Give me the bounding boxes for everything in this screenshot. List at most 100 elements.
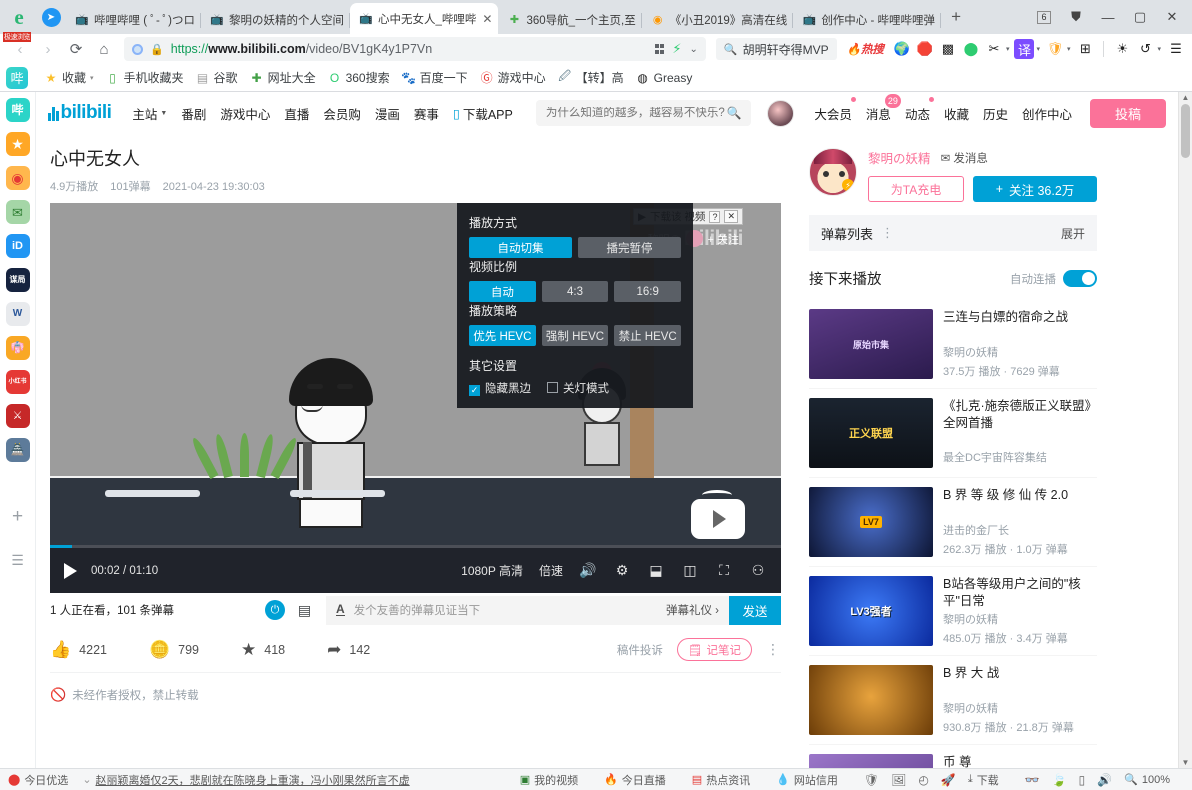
expand-button[interactable]: 展开 (1061, 225, 1085, 242)
nav-link-vipshop[interactable]: 会员购 (316, 104, 368, 123)
favorite-button[interactable]: ★ 418 (241, 640, 285, 660)
report-link[interactable]: 稿件投诉 (617, 642, 663, 658)
apps-grid-icon[interactable]: ⊞ (1075, 39, 1095, 59)
bookmark-zhuan[interactable]: 🖉 【转】高 (552, 67, 630, 89)
nav-dynamic[interactable]: 动态 (899, 96, 936, 123)
help-icon[interactable]: ? (709, 210, 721, 223)
book-icon[interactable]: ▯ (1079, 773, 1086, 787)
bookmark-favorites[interactable]: ★ 收藏 ▾ (38, 67, 100, 89)
status-site-credit[interactable]: 💧 网站信用 (776, 772, 838, 788)
rocket-icon[interactable]: 🚀 (941, 773, 956, 787)
gear-icon[interactable]: ⚙ (613, 562, 631, 580)
speed-icon[interactable]: ◴ (918, 773, 928, 787)
browser-tab-2[interactable]: 📺 黎明の妖精的个人空间 (201, 5, 350, 34)
status-today-picks[interactable]: ⬤ 今日优选 (8, 772, 68, 788)
sidebar-item-anime[interactable]: 👘 (5, 336, 30, 360)
sidebar-item-word-doc[interactable]: W (5, 302, 30, 326)
related-video-item[interactable]: 正义联盟 《扎克·施奈德版正义联盟》全网首播 最全DC宇宙阵容集结 (809, 389, 1097, 478)
volume-icon[interactable]: 🔊 (579, 562, 597, 580)
status-today-live[interactable]: 🔥 今日直播 (604, 772, 666, 788)
add-sidebar-item-button[interactable]: + (12, 506, 23, 528)
sidebar-item-bilibili[interactable]: 哔 (5, 98, 30, 122)
picture-in-picture-icon[interactable]: ⬓ (647, 562, 665, 580)
sidebar-menu-button[interactable]: ☰ (11, 552, 24, 569)
option-force-hevc[interactable]: 强制 HEVC (541, 325, 609, 347)
shield-extension-icon[interactable]: 🛡 (1045, 39, 1065, 59)
status-hot-news[interactable]: ▤ 热点资讯 (692, 772, 750, 788)
url-bar[interactable]: 🔒 https://www.bilibili.com/video/BV1gK4y… (124, 37, 706, 61)
bookmark-greasy[interactable]: ◍ Greasy (630, 67, 699, 89)
nav-messages[interactable]: 消息 29 (860, 93, 901, 123)
sidebar-item-game[interactable]: 谋局 (5, 268, 30, 292)
scroll-up-arrow[interactable]: ▲ (1179, 93, 1192, 102)
danmaku-toggle-icon[interactable]: ⏻ (265, 600, 285, 621)
maximize-button[interactable]: ▢ (1124, 0, 1156, 34)
nav-link-home[interactable]: 主站 ▼ (125, 104, 174, 123)
sidebar-item-game3[interactable]: 🏯 (5, 438, 30, 462)
status-zoom-level[interactable]: 🔍 100% (1124, 773, 1170, 787)
bookmark-hao[interactable]: ✚ 网址大全 (244, 67, 322, 89)
browser-tab-4[interactable]: ✚ 360导航_一个主页,至 (498, 5, 642, 34)
related-video-item[interactable]: LV3强者 B站各等级用户之间的"核平"日常 黎明の妖精 485.0万 播放 ·… (809, 567, 1097, 656)
option-aspect-16-9[interactable]: 16:9 (614, 281, 682, 303)
browser-tab-3-active[interactable]: 📺 心中无女人_哔哩哔 ✕ (349, 3, 499, 34)
widescreen-icon[interactable]: ◫ (681, 562, 699, 580)
search-icon[interactable]: 🔍 (726, 106, 741, 120)
follow-button[interactable]: + 关注 36.2万 (973, 176, 1097, 202)
nav-favorites[interactable]: 收藏 (938, 104, 975, 123)
danmaku-input[interactable]: A 发个友善的弹幕见证当下 弹幕礼仪 › (326, 595, 729, 625)
player-follow-button[interactable]: + 关注 (708, 231, 739, 247)
leaf-icon[interactable]: 🍃 (1052, 773, 1067, 787)
status-download[interactable]: ⤓ 下载 (968, 772, 999, 788)
translate-icon[interactable]: 译 (1014, 39, 1035, 59)
home-button[interactable]: ⌂ (90, 36, 118, 62)
bilibili-search-box[interactable]: 🔍 (535, 100, 752, 126)
nav-vip[interactable]: 大会员 (808, 96, 858, 123)
chevron-down-icon[interactable]: ⌄ (690, 44, 698, 55)
scroll-down-arrow[interactable]: ▼ (1179, 758, 1192, 767)
related-video-item[interactable]: LV7 B 界 等 级 修 仙 传 2.0 进击的金厂长 262.3万 播放 ·… (809, 478, 1097, 567)
qr-code-icon[interactable] (654, 44, 665, 54)
page-scrollbar[interactable]: ▲ ▼ (1178, 92, 1192, 768)
bookmark-mobile[interactable]: ▯ 手机收藏夹 (100, 67, 190, 89)
reader-extension-icon[interactable]: ▩ (938, 39, 958, 59)
send-message-link[interactable]: ✉ 发消息 (941, 150, 988, 166)
image-icon[interactable]: 🖼 (891, 773, 906, 787)
more-options-icon[interactable]: ⋮ (881, 225, 895, 241)
take-note-button[interactable]: 🗒 记笔记 (676, 638, 752, 662)
nav-link-esports[interactable]: 赛事 (407, 104, 446, 123)
history-back-icon[interactable]: ↺ (1135, 39, 1155, 59)
bookmark-gamecenter[interactable]: Ⓖ 游戏中心 (474, 67, 552, 89)
option-prefer-hevc[interactable]: 优先 HEVC (469, 325, 536, 347)
nav-link-manga[interactable]: 漫画 (368, 104, 407, 123)
bilibili-logo[interactable]: bilibili (48, 102, 112, 124)
quality-selector[interactable]: 1080P 高清 (461, 562, 523, 579)
option-aspect-auto[interactable]: 自动 (469, 281, 536, 303)
checkbox-hide-black-bars[interactable]: ✓ 隐藏黑边 (469, 380, 531, 397)
hot-search-badge[interactable]: 🔥热搜 (847, 41, 884, 57)
like-button[interactable]: 👍 4221 (50, 640, 107, 660)
reload-button[interactable]: ⟳ (62, 36, 90, 62)
share-button[interactable]: ➦ 142 (327, 640, 370, 660)
close-icon[interactable]: ✕ (724, 210, 738, 224)
browser-tab-6[interactable]: 📺 创作中心 - 哔哩哔哩弹 (793, 5, 941, 34)
bookmark-baidu[interactable]: 🐾 百度一下 (396, 67, 474, 89)
tab-close-icon[interactable]: ✕ (482, 12, 492, 26)
bilibili-bookmark-logo[interactable]: 哔 (6, 66, 28, 89)
fullscreen-icon[interactable]: ⛶ (715, 562, 733, 580)
tab-count-button[interactable]: 6 (1028, 0, 1060, 34)
autoplay-toggle[interactable] (1063, 270, 1097, 287)
browser-search-box[interactable]: 🔍 胡明轩夺得MVP (715, 38, 837, 60)
session-restore-icon[interactable]: ⛊ (1060, 0, 1092, 34)
danmaku-send-button[interactable]: 发送 (729, 595, 781, 625)
upload-button[interactable]: 投稿 (1090, 98, 1166, 128)
close-window-button[interactable]: ✕ (1156, 0, 1188, 34)
user-avatar[interactable] (767, 99, 795, 127)
danmaku-settings-icon[interactable]: ▤ (295, 601, 314, 620)
status-my-videos[interactable]: ▣ 我的视频 (520, 772, 578, 788)
sidebar-item-game2[interactable]: ⚔ (5, 404, 30, 428)
earth-extension-icon[interactable]: 🌍 (892, 39, 912, 59)
danmaku-etiquette-link[interactable]: 弹幕礼仪 › (666, 602, 719, 618)
play-button[interactable] (64, 562, 77, 579)
option-aspect-4-3[interactable]: 4:3 (541, 281, 609, 303)
